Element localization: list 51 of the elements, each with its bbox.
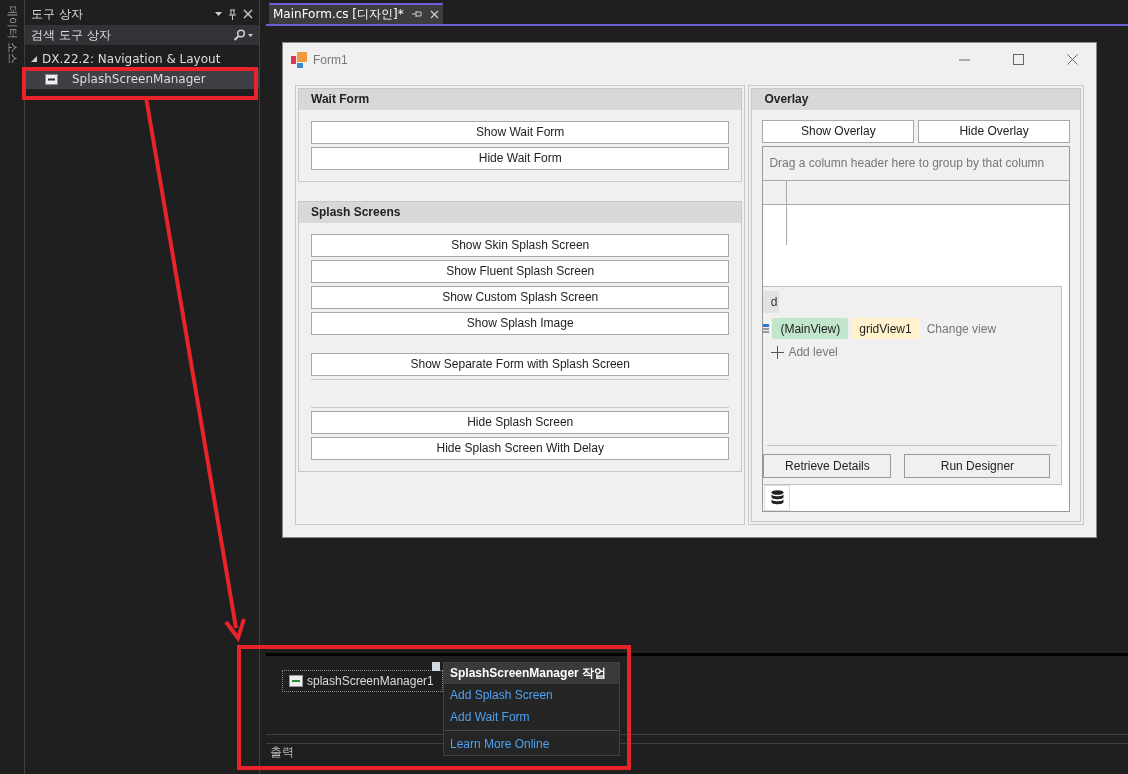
form-button[interactable]: Show Wait Form: [311, 120, 730, 144]
view-chip[interactable]: (MainView): [772, 318, 849, 340]
document-tab[interactable]: MainForm.cs [디자인]*: [269, 2, 443, 24]
group-header: Splash Screens: [299, 201, 742, 223]
form-button[interactable]: Hide Wait Form: [311, 146, 730, 170]
form-button[interactable]: Show Custom Splash Screen: [311, 285, 730, 309]
search-field[interactable]: 검색 도구 상자: [31, 28, 233, 42]
form-button[interactable]: Hide Overlay: [918, 119, 1070, 143]
smart-tag-title: SplashScreenManager 작업: [444, 663, 619, 685]
change-view-link[interactable]: Change view: [922, 321, 997, 336]
action-link[interactable]: Learn More Online: [444, 733, 619, 756]
component-icon: [45, 73, 58, 85]
view-chip[interactable]: gridView1: [851, 318, 920, 340]
action-link[interactable]: Add Wait Form: [444, 706, 619, 729]
form-button[interactable]: Show Separate Form with Splash Screen: [311, 352, 730, 376]
app-icon: [291, 51, 307, 68]
side-tab[interactable]: 데이터 소스: [4, 6, 20, 65]
database-icon: [770, 490, 784, 506]
group-panel-hint: Drag a column header here to group by that column: [763, 146, 1069, 182]
data-grid[interactable]: Drag a column header here to group by that column d (MainView) gridView1 Change view Add level Retrieve Details Run Designer: [762, 145, 1070, 512]
form-button[interactable]: Show Skin Splash Screen: [311, 233, 730, 257]
group-header: Overlay: [752, 88, 1080, 110]
form-button[interactable]: Hide Splash Screen With Delay: [311, 436, 730, 460]
form-button[interactable]: Show Splash Image: [311, 311, 730, 335]
tray-component[interactable]: splashScreenManager1: [282, 670, 443, 693]
close-icon[interactable]: [1066, 54, 1078, 66]
search-box[interactable]: 검색 도구 상자: [25, 25, 259, 45]
plus-icon: [771, 345, 785, 359]
group-header: Wait Form: [299, 88, 742, 110]
designer-button[interactable]: Run Designer: [904, 453, 1051, 478]
expander-icon[interactable]: [31, 56, 37, 62]
designer-tab[interactable]: d: [763, 291, 780, 314]
pin-icon[interactable]: [228, 8, 237, 20]
search-icon[interactable]: [233, 29, 253, 41]
panel-title: 도구 상자: [31, 5, 84, 23]
add-level-link[interactable]: Add level: [771, 345, 1062, 360]
form-button[interactable]: Hide Splash Screen: [311, 410, 730, 434]
panel-title: 출력: [270, 745, 294, 760]
action-link[interactable]: Add Splash Screen: [444, 684, 619, 707]
maximize-icon[interactable]: [1012, 54, 1024, 66]
data-source-button[interactable]: [764, 484, 791, 511]
pin-icon[interactable]: [411, 10, 422, 19]
toolbox-group[interactable]: DX.22.2: Navigation & Layout: [25, 49, 259, 69]
dropdown-icon[interactable]: [215, 12, 222, 16]
window-title: Form1: [313, 52, 349, 67]
form-button[interactable]: Show Overlay: [762, 119, 915, 143]
smart-tag-button[interactable]: [432, 662, 440, 672]
designer-button[interactable]: Retrieve Details: [763, 453, 892, 478]
component-icon: [289, 675, 303, 688]
grid-icon: [763, 323, 770, 334]
form-button[interactable]: Show Fluent Splash Screen: [311, 259, 730, 283]
